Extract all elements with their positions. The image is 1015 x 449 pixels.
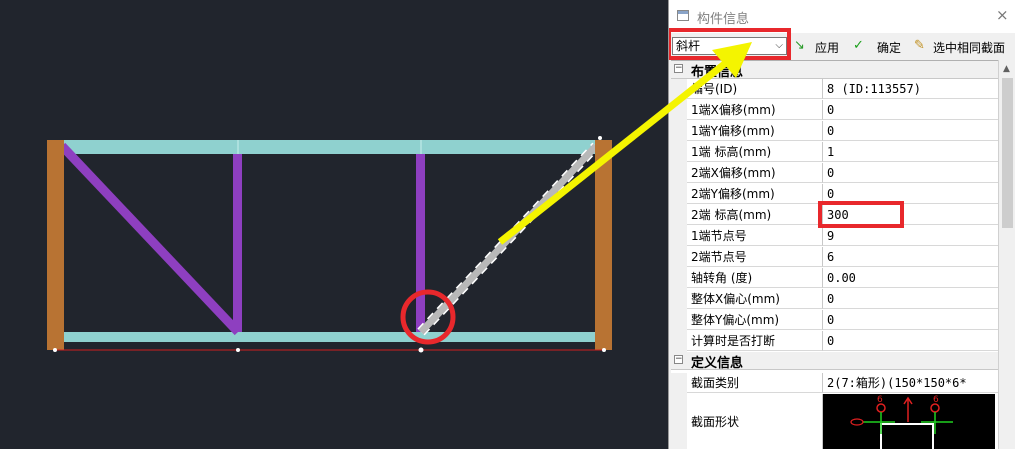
window-icon [677,10,689,21]
brush-icon: ✎ [914,38,925,53]
property-value[interactable]: 0 [823,310,998,330]
property-name: 2端节点号 [687,247,823,267]
node-point[interactable] [53,348,57,352]
checkmark-icon: ✓ [853,38,864,53]
property-grid: − 布置信息 编号(ID) 8 (ID:113557) 1端X偏移(mm) 0 1端Y偏… [671,60,998,449]
property-name: 整体X偏心(mm) [687,289,823,309]
property-row[interactable]: 2端X偏移(mm) 0 [671,163,998,184]
property-value[interactable]: 0 [823,100,998,120]
window-title: 构件信息 [697,12,750,27]
scroll-thumb[interactable] [1002,78,1013,228]
property-name: 截面形状 [687,394,823,449]
left-column[interactable] [47,140,64,350]
vertical-member-right[interactable] [416,154,425,332]
property-value[interactable]: 0 [823,163,998,183]
section-definition-info[interactable]: − 定义信息 [671,352,998,371]
minus-box-icon[interactable]: − [674,355,683,364]
property-value[interactable]: 0 [823,121,998,141]
scroll-up-icon[interactable]: ▲ [1003,64,1010,74]
property-name: 计算时是否打断 [687,331,823,351]
member-info-panel: 构件信息 × 斜杆 ⌵ ↘ 应用 ✓ 确定 ✎ 选中相同截面 − 布置信息 编号… [668,0,1015,449]
property-row[interactable]: 2端节点号 6 [671,247,998,268]
property-name: 轴转角 (度) [687,268,823,288]
model-canvas[interactable] [0,0,668,449]
property-value[interactable]: 0.00 [823,268,998,288]
property-value[interactable]: 9 [823,226,998,246]
apply-button[interactable]: 应用 [815,39,839,56]
property-row[interactable]: 1端节点号 9 [671,226,998,247]
node-point[interactable] [598,136,602,140]
property-row[interactable]: 编号(ID) 8 (ID:113557) [671,79,998,100]
property-row[interactable]: 整体Y偏心(mm) 0 [671,310,998,331]
property-name: 2端 标高(mm) [687,205,823,225]
section-title: 布置信息 [691,65,744,80]
property-name: 整体Y偏心(mm) [687,310,823,330]
right-column[interactable] [595,140,612,350]
property-row[interactable]: 截面类别 2(7:箱形)(150*150*6* [671,373,998,394]
property-name: 2端Y偏移(mm) [687,184,823,204]
property-value[interactable]: 6 [823,247,998,267]
property-value[interactable]: 0 [823,289,998,309]
minus-box-icon[interactable]: − [674,64,683,73]
shape-dim-label: 6 [877,395,883,405]
property-row[interactable]: 截面形状 6 6 [671,394,998,449]
select-same-section-button[interactable]: 选中相同截面 [933,39,1005,56]
property-value[interactable]: 0 [823,331,998,351]
apply-arrow-icon: ↘ [794,38,805,53]
top-chord[interactable] [64,140,596,154]
property-name: 1端 标高(mm) [687,142,823,162]
property-value[interactable]: 1 [823,142,998,162]
section-title: 定义信息 [691,356,744,371]
bottom-chord[interactable] [64,332,596,342]
property-row[interactable]: 轴转角 (度) 0.00 [671,268,998,289]
node-point[interactable] [418,347,424,353]
property-value[interactable]: 2(7:箱形)(150*150*6* [823,373,998,393]
property-row[interactable]: 整体X偏心(mm) 0 [671,289,998,310]
node-point[interactable] [236,348,240,352]
property-name: 1端X偏移(mm) [687,100,823,120]
left-diagonal-member[interactable] [58,142,242,336]
close-icon[interactable]: × [996,6,1009,24]
property-name: 2端X偏移(mm) [687,163,823,183]
property-name: 1端节点号 [687,226,823,246]
highlight-box-member-type [669,28,791,60]
vertical-member-left[interactable] [233,154,242,332]
property-row[interactable]: 1端X偏移(mm) 0 [671,100,998,121]
section-shape-preview: 6 6 [823,394,995,449]
vertical-scrollbar[interactable]: ▲ [998,60,1015,449]
highlight-box-end2-elevation [818,201,904,228]
property-value[interactable]: 8 (ID:113557) [823,79,998,99]
shape-dim-label: 6 [933,395,939,405]
property-name: 截面类别 [687,373,823,393]
property-row[interactable]: 计算时是否打断 0 [671,331,998,352]
truss-drawing [47,136,612,353]
node-point[interactable] [602,348,606,352]
property-name: 1端Y偏移(mm) [687,121,823,141]
property-name: 编号(ID) [687,79,823,99]
property-row[interactable]: 1端 标高(mm) 1 [671,142,998,163]
property-row[interactable]: 1端Y偏移(mm) 0 [671,121,998,142]
section-layout-info[interactable]: − 布置信息 [671,61,998,80]
confirm-button[interactable]: 确定 [877,39,901,56]
